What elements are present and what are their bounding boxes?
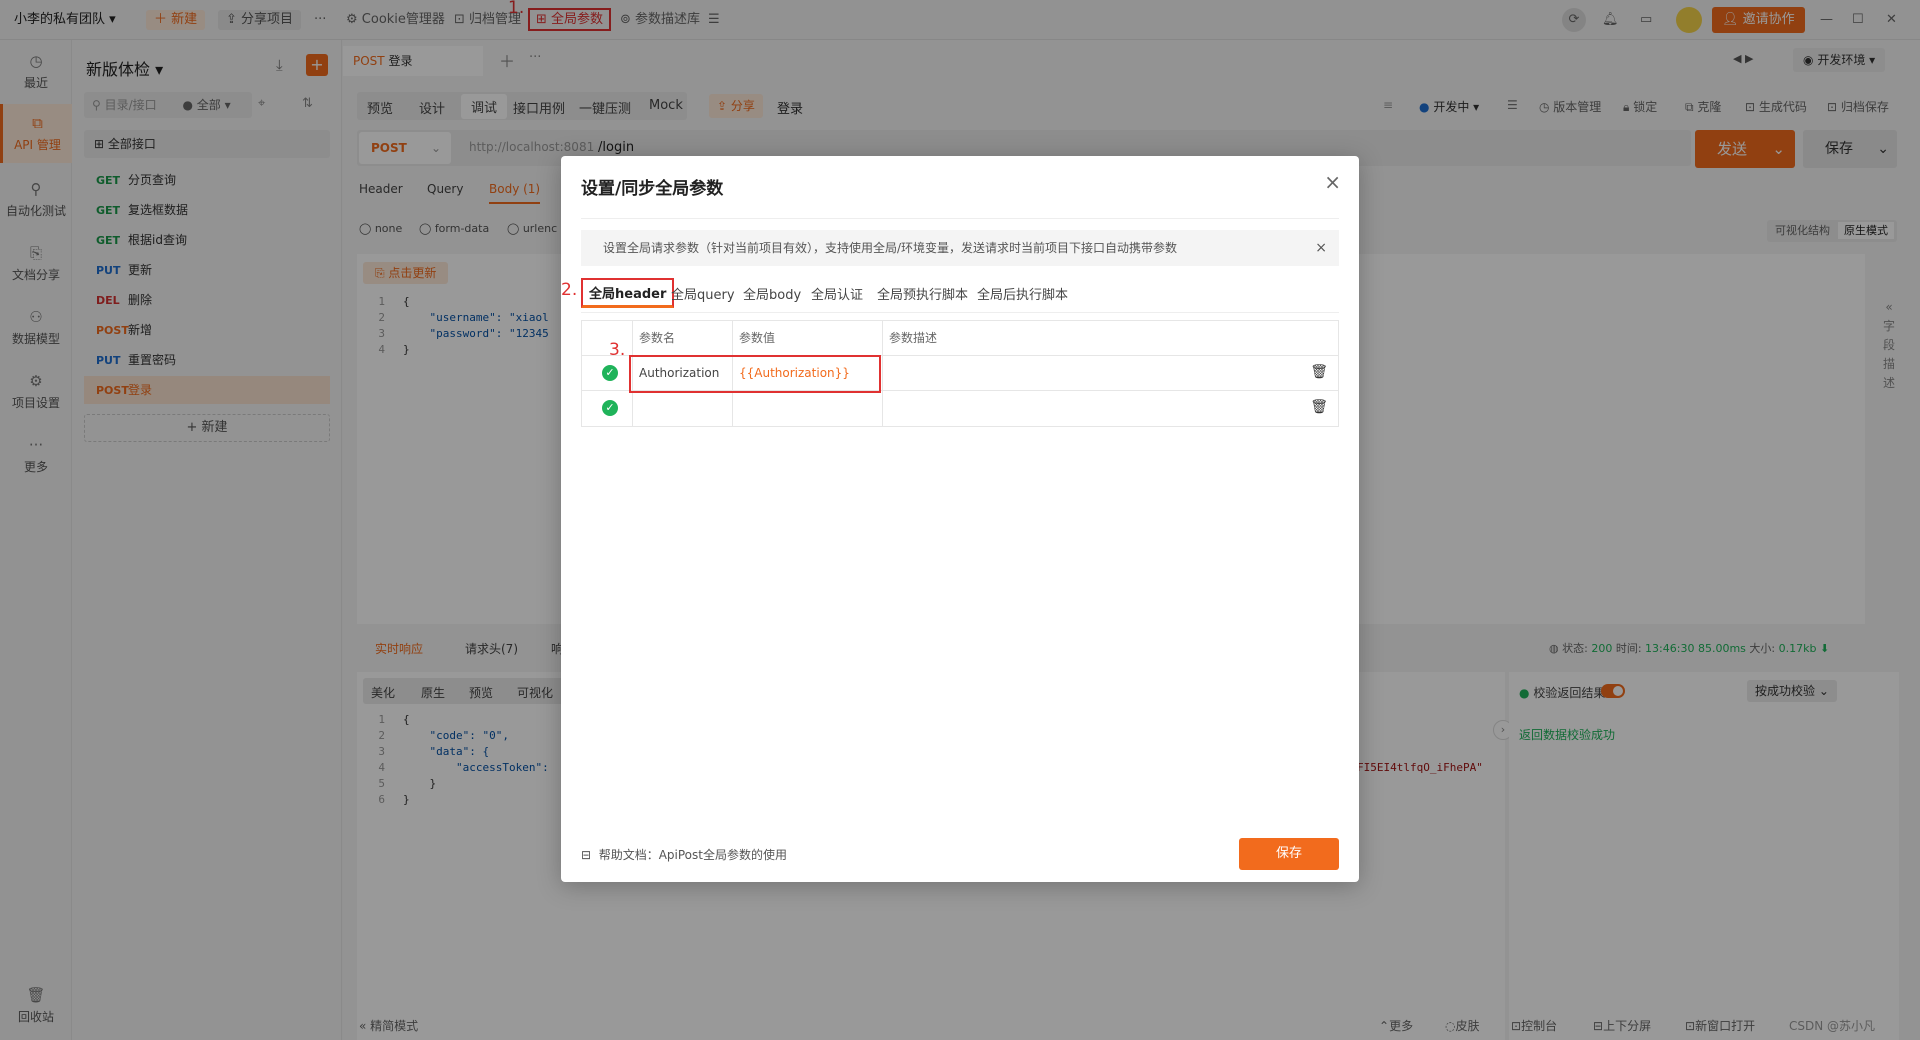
close-notice-icon[interactable]: ×: [1315, 230, 1327, 266]
modal-tabs: 2. 全局header 全局query 全局body 全局认证 全局预执行脚本 …: [561, 276, 1339, 312]
tab-global-query[interactable]: 全局query: [671, 284, 735, 303]
col-desc: 参数描述: [882, 321, 1338, 356]
tab-global-post-script[interactable]: 全局后执行脚本: [977, 284, 1068, 303]
param-desc-input[interactable]: [882, 391, 1338, 426]
col-value: 参数值: [732, 321, 882, 356]
table-row: ✓ 🗑︎: [582, 391, 1338, 426]
check-icon[interactable]: ✓: [602, 400, 618, 416]
modal-title: 设置/同步全局参数: [581, 179, 724, 199]
tab-global-header[interactable]: 全局header: [581, 278, 675, 308]
tab-global-body[interactable]: 全局body: [743, 284, 801, 303]
divider: [581, 312, 1339, 313]
close-icon[interactable]: ×: [1324, 170, 1341, 194]
col-name: 参数名: [632, 321, 732, 356]
modal-save-button[interactable]: 保存: [1239, 838, 1339, 870]
param-desc-input[interactable]: [882, 356, 1338, 391]
divider: [581, 218, 1339, 219]
param-name-input[interactable]: [632, 391, 732, 426]
step-2-marker: 2.: [561, 280, 578, 300]
check-icon[interactable]: ✓: [602, 365, 618, 381]
param-value-input[interactable]: [732, 391, 882, 426]
delete-row-icon[interactable]: 🗑︎: [1310, 364, 1328, 380]
doc-icon: ⊟: [581, 848, 592, 862]
table-header: 参数名 参数值 参数描述: [582, 321, 1338, 356]
tab-global-auth[interactable]: 全局认证: [811, 284, 863, 303]
help-doc-link[interactable]: ⊟ 帮助文档：ApiPost全局参数的使用: [581, 846, 787, 863]
delete-row-icon[interactable]: 🗑︎: [1310, 399, 1328, 415]
global-params-modal: 设置/同步全局参数 × 设置全局请求参数（针对当前项目有效），支持使用全局/环境…: [561, 156, 1359, 882]
tab-global-pre-script[interactable]: 全局预执行脚本: [877, 284, 968, 303]
notice-banner: 设置全局请求参数（针对当前项目有效），支持使用全局/环境变量，发送请求时当前项目…: [581, 230, 1339, 266]
highlight-box: [629, 355, 881, 393]
